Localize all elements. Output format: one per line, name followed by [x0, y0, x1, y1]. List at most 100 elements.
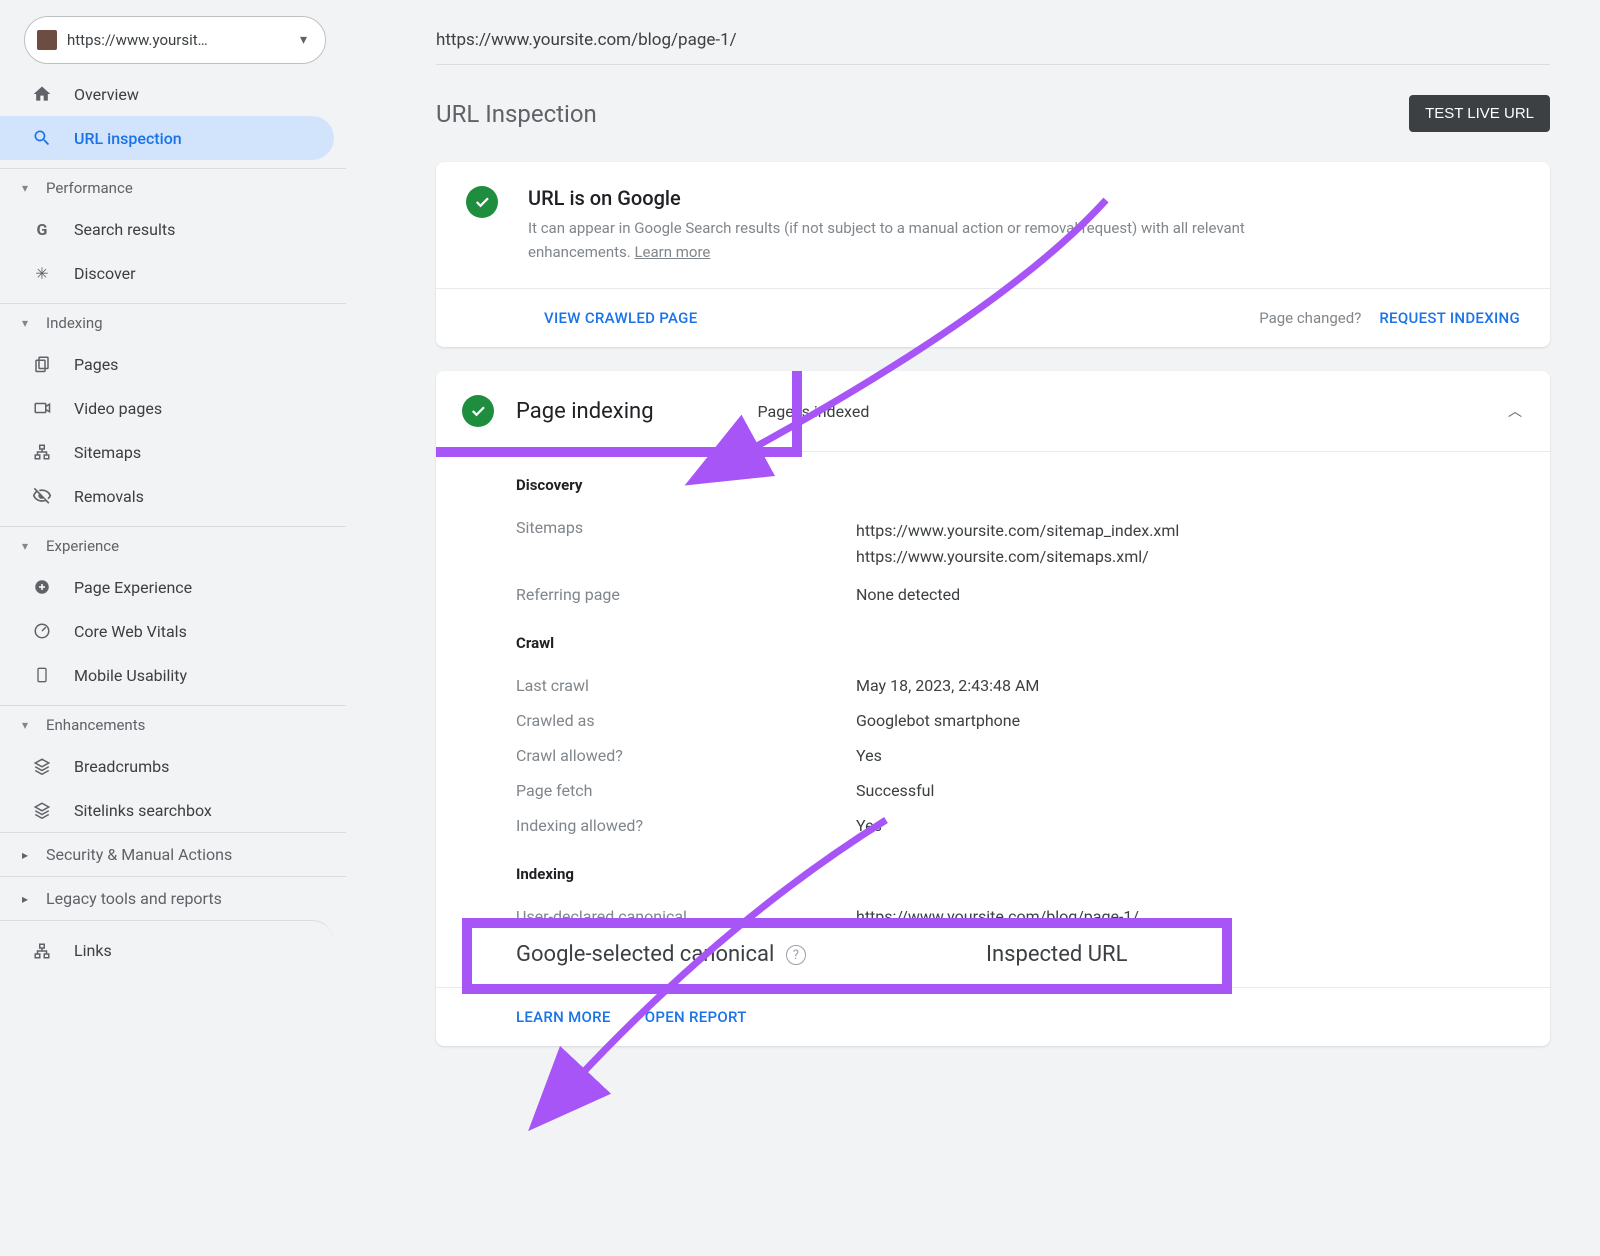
crawl-allowed-label: Crawl allowed?	[516, 746, 856, 765]
nav-discover[interactable]: ✳ Discover	[0, 251, 334, 295]
caret-down-icon: ▾	[22, 718, 40, 732]
nav-links[interactable]: Links	[0, 920, 334, 972]
nav-video-pages[interactable]: Video pages	[0, 386, 334, 430]
nav-discover-label: Discover	[74, 264, 136, 283]
google-icon: G	[30, 220, 54, 239]
user-canonical-label: User-declared canonical	[516, 907, 856, 926]
nav-video-pages-label: Video pages	[74, 399, 162, 418]
video-icon	[30, 399, 54, 417]
request-indexing-button[interactable]: REQUEST INDEXING	[1379, 309, 1520, 327]
sitemap-icon	[30, 443, 54, 461]
caret-down-icon: ▾	[22, 539, 40, 553]
nav-search-results[interactable]: G Search results	[0, 207, 334, 251]
section-experience[interactable]: ▾ Experience	[0, 526, 346, 565]
learn-more-button[interactable]: LEARN MORE	[516, 1008, 611, 1026]
star-icon: ✳	[30, 264, 54, 283]
section-security-label: Security & Manual Actions	[46, 845, 232, 864]
section-performance[interactable]: ▾ Performance	[0, 168, 346, 207]
nav-overview[interactable]: Overview	[0, 72, 334, 116]
indexing-allowed-value: Yes	[856, 816, 1520, 835]
section-indexing-label: Indexing	[46, 314, 103, 332]
nav-sitelinks-searchbox[interactable]: Sitelinks searchbox	[0, 788, 334, 832]
referring-page-label: Referring page	[516, 585, 856, 604]
google-canonical-value: Inspected URL	[856, 942, 1520, 967]
discovery-head: Discovery	[516, 476, 1520, 494]
referring-page-value: None detected	[856, 585, 1520, 604]
caret-right-icon: ▸	[22, 848, 40, 862]
page-indexing-title: Page indexing	[516, 399, 654, 424]
nav-mobile-usability-label: Mobile Usability	[74, 666, 187, 685]
page-fetch-label: Page fetch	[516, 781, 856, 800]
page-changed-label: Page changed?	[1259, 309, 1361, 327]
section-security[interactable]: ▸ Security & Manual Actions	[0, 832, 346, 876]
nav-removals[interactable]: Removals	[0, 474, 334, 518]
last-crawl-value: May 18, 2023, 2:43:48 AM	[856, 676, 1520, 695]
nav-core-web-vitals[interactable]: Core Web Vitals	[0, 609, 334, 653]
sitemaps-value: https://www.yoursite.com/sitemap_index.x…	[856, 518, 1520, 569]
sidebar: https://www.yoursit… ▾ Overview URL insp…	[0, 0, 346, 1256]
indexing-head: Indexing	[516, 865, 1520, 883]
nav-sitemaps-label: Sitemaps	[74, 443, 141, 462]
last-crawl-label: Last crawl	[516, 676, 856, 695]
inspected-url: https://www.yoursite.com/blog/page-1/	[436, 30, 1550, 50]
nav-mobile-usability[interactable]: Mobile Usability	[0, 653, 334, 697]
user-canonical-value: https://www.yoursite.com/blog/page-1/	[856, 907, 1520, 926]
nav-breadcrumbs[interactable]: Breadcrumbs	[0, 744, 334, 788]
caret-down-icon: ▾	[300, 32, 307, 48]
help-icon[interactable]: ?	[786, 945, 806, 965]
crawl-head: Crawl	[516, 634, 1520, 652]
search-icon	[30, 128, 54, 148]
nav-sitemaps[interactable]: Sitemaps	[0, 430, 334, 474]
nav-url-inspection[interactable]: URL inspection	[0, 116, 334, 160]
caret-right-icon: ▸	[22, 892, 40, 906]
property-favicon	[37, 30, 57, 50]
test-live-url-button[interactable]: TEST LIVE URL	[1409, 95, 1550, 132]
section-enhancements[interactable]: ▾ Enhancements	[0, 705, 346, 744]
section-indexing[interactable]: ▾ Indexing	[0, 303, 346, 342]
indexing-status: Page is indexed	[758, 402, 870, 421]
nav-page-experience-label: Page Experience	[74, 578, 192, 597]
layers-icon	[30, 757, 54, 775]
nav-search-results-label: Search results	[74, 220, 175, 239]
crawl-allowed-value: Yes	[856, 746, 1520, 765]
nav-url-inspection-label: URL inspection	[74, 129, 182, 148]
speedometer-icon	[30, 622, 54, 640]
layers-icon	[30, 801, 54, 819]
open-report-button[interactable]: OPEN REPORT	[645, 1008, 747, 1026]
caret-down-icon: ▾	[22, 181, 40, 195]
links-icon	[30, 942, 54, 960]
page-indexing-card: Page indexing Page is indexed ︿ Discover…	[436, 371, 1550, 1046]
nav-pages[interactable]: Pages	[0, 342, 334, 386]
learn-more-link[interactable]: Learn more	[634, 243, 710, 261]
main: https://www.yoursite.com/blog/page-1/ UR…	[346, 0, 1600, 1256]
property-selector[interactable]: https://www.yoursit… ▾	[24, 16, 326, 64]
nav-page-experience[interactable]: Page Experience	[0, 565, 334, 609]
chevron-up-icon[interactable]: ︿	[1508, 401, 1522, 421]
verdict-description: It can appear in Google Search results (…	[528, 216, 1248, 264]
google-canonical-label: Google-selected canonical ?	[516, 942, 856, 967]
pages-icon	[30, 355, 54, 373]
page-fetch-value: Successful	[856, 781, 1520, 800]
section-performance-label: Performance	[46, 179, 133, 197]
globe-plus-icon	[30, 578, 54, 596]
section-experience-label: Experience	[46, 537, 119, 555]
verdict-card: URL is on Google It can appear in Google…	[436, 162, 1550, 347]
home-icon	[30, 84, 54, 104]
view-crawled-page-button[interactable]: VIEW CRAWLED PAGE	[544, 309, 697, 327]
nav-removals-label: Removals	[74, 487, 144, 506]
nav-sitelinks-searchbox-label: Sitelinks searchbox	[74, 801, 212, 820]
caret-down-icon: ▾	[22, 316, 40, 330]
hidden-icon	[30, 486, 54, 506]
section-legacy-label: Legacy tools and reports	[46, 889, 222, 908]
nav-overview-label: Overview	[74, 85, 139, 104]
nav-pages-label: Pages	[74, 355, 118, 374]
section-enhancements-label: Enhancements	[46, 716, 145, 734]
page-title: URL Inspection	[436, 100, 597, 128]
crawled-as-value: Googlebot smartphone	[856, 711, 1520, 730]
section-legacy[interactable]: ▸ Legacy tools and reports	[0, 876, 346, 920]
phone-icon	[30, 665, 54, 685]
property-url: https://www.yoursit…	[67, 31, 300, 49]
verdict-title: URL is on Google	[528, 186, 1248, 210]
check-circle-icon	[462, 395, 494, 427]
nav-core-web-vitals-label: Core Web Vitals	[74, 622, 187, 641]
